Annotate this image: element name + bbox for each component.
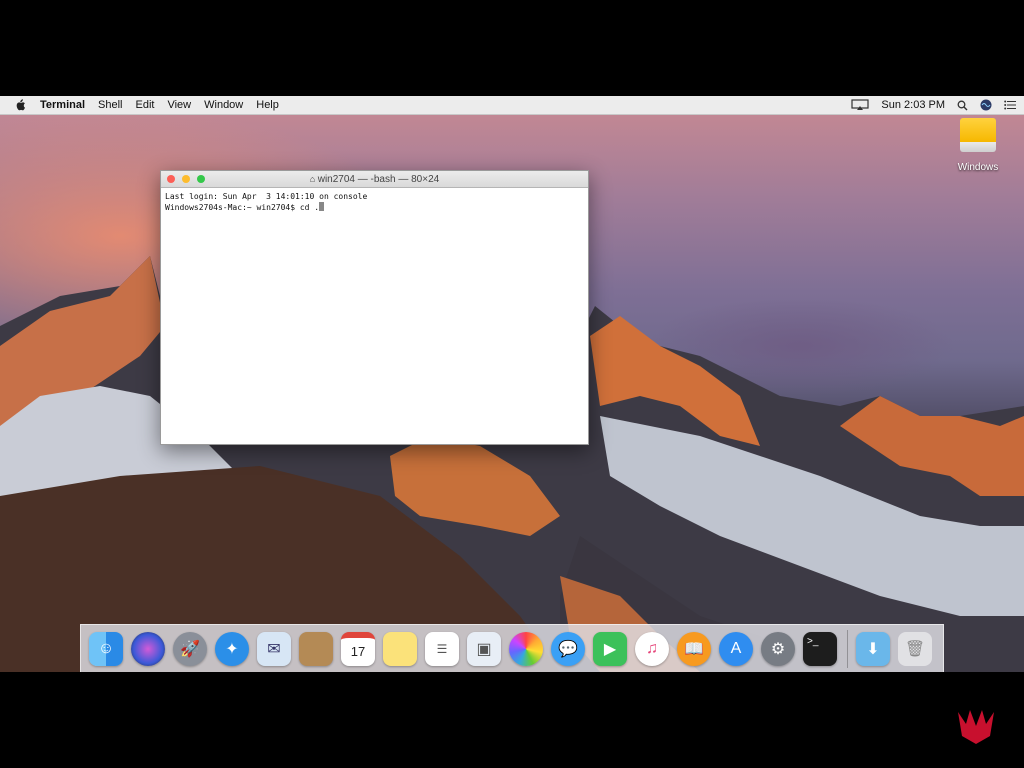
hard-drive-icon [960, 118, 996, 152]
terminal-icon[interactable]: >_ [803, 631, 837, 666]
messages-icon[interactable]: 💬 [551, 631, 585, 666]
menu-app-name[interactable]: Terminal [40, 99, 85, 111]
home-folder-icon: ⌂ [309, 174, 318, 184]
apple-menu-icon[interactable] [14, 99, 26, 111]
launchpad-icon[interactable]: 🚀 [173, 631, 207, 666]
airplay-display-icon[interactable] [851, 99, 870, 111]
terminal-title-bar[interactable]: ⌂ win2704 — -bash — 80×24 [161, 171, 588, 188]
spotlight-search-icon[interactable] [957, 100, 968, 111]
channel-watermark-logo [958, 710, 994, 744]
preview-icon[interactable]: ▣ [467, 631, 501, 666]
zoom-button[interactable] [197, 175, 205, 183]
terminal-cursor [319, 202, 325, 211]
reminders-icon[interactable]: ☰ [425, 631, 459, 666]
menu-edit[interactable]: Edit [136, 99, 155, 111]
facetime-icon[interactable]: ▶ [593, 631, 627, 666]
mail-icon[interactable]: ✉ [257, 631, 291, 666]
itunes-icon[interactable]: ♫ [635, 631, 669, 666]
calendar-day: 17 [350, 644, 366, 659]
notification-center-icon[interactable] [1004, 100, 1016, 110]
prompt-line: Windows2704s-Mac:~ win2704$ cd . [165, 202, 584, 213]
windows-drive-desktop-icon[interactable]: Windows [948, 118, 1008, 173]
menu-view[interactable]: View [167, 99, 191, 111]
menu-window[interactable]: Window [204, 99, 243, 111]
trash-icon[interactable]: 🗑 [898, 631, 932, 666]
terminal-content[interactable]: Last login: Sun Apr 3 14:01:10 on consol… [161, 188, 588, 216]
close-button[interactable] [167, 175, 175, 183]
calendar-icon[interactable]: 17 [341, 631, 375, 666]
downloads-folder-icon[interactable]: ⬇ [856, 631, 890, 666]
siri-icon[interactable] [131, 631, 165, 666]
terminal-title: win2704 — -bash — 80×24 [317, 174, 440, 185]
menu-help[interactable]: Help [256, 99, 279, 111]
windows-drive-label: Windows [957, 162, 999, 173]
menu-bar: Terminal Shell Edit View Window Help Sun… [0, 96, 1024, 115]
dock-separator [847, 629, 848, 668]
system-preferences-icon[interactable]: ⚙ [761, 631, 795, 666]
dock: ☺ 🚀 ✦ ✉ 17 ☰ ▣ 💬 ▶ ♫ 📖 A ⚙ >_ ⬇ 🗑 [80, 624, 944, 672]
stickies-icon[interactable] [383, 631, 417, 666]
last-login-line: Last login: Sun Apr 3 14:01:10 on consol… [165, 192, 368, 201]
ibooks-icon[interactable]: 📖 [677, 631, 711, 666]
siri-menu-icon[interactable] [980, 99, 992, 111]
safari-icon[interactable]: ✦ [215, 631, 249, 666]
notes-icon[interactable] [299, 631, 333, 666]
finder-icon[interactable]: ☺ [89, 631, 123, 666]
menu-shell[interactable]: Shell [98, 99, 122, 111]
minimize-button[interactable] [182, 175, 190, 183]
terminal-window[interactable]: ⌂ win2704 — -bash — 80×24 Last login: Su… [160, 170, 589, 445]
photos-icon[interactable] [509, 631, 543, 666]
prompt-text: Windows2704s-Mac:~ win2704$ cd . [165, 203, 320, 212]
app-store-icon[interactable]: A [719, 631, 753, 666]
menu-clock[interactable]: Sun 2:03 PM [881, 99, 945, 111]
